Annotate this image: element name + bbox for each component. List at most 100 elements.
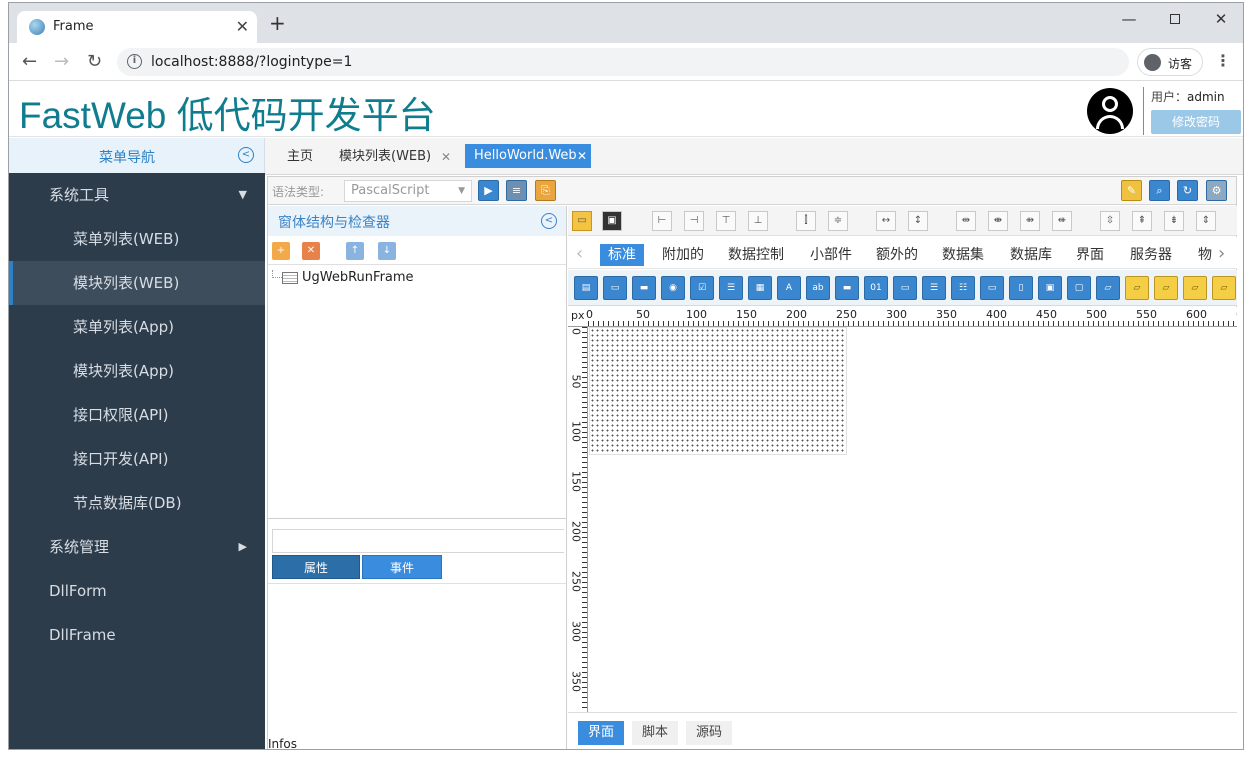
- component-icon[interactable]: ▣: [1038, 276, 1062, 300]
- palette-tab[interactable]: 额外的: [876, 244, 918, 266]
- close-tab-icon[interactable]: ✕: [577, 144, 587, 168]
- align-right-icon[interactable]: ⊣: [684, 211, 704, 231]
- component-icon[interactable]: ☑: [690, 276, 714, 300]
- component-icon[interactable]: A: [777, 276, 801, 300]
- palette-tab[interactable]: 附加的: [662, 244, 704, 266]
- tab-design[interactable]: 界面: [578, 721, 625, 745]
- tab-module-list-web[interactable]: 模块列表(WEB): [339, 146, 431, 168]
- component-icon[interactable]: ☰: [922, 276, 946, 300]
- settings-icon[interactable]: ⚙: [1206, 180, 1227, 201]
- database-icon[interactable]: ≡: [506, 180, 527, 201]
- component-icon[interactable]: ▢: [1067, 276, 1091, 300]
- move-up-icon[interactable]: ↑: [346, 242, 364, 260]
- tab-properties[interactable]: 属性: [272, 555, 360, 579]
- align-left-icon[interactable]: ⊢: [652, 211, 672, 231]
- refresh-icon[interactable]: ↻: [1177, 180, 1198, 201]
- center-horizontal-icon[interactable]: ⫿: [796, 211, 816, 231]
- component-icon[interactable]: ▭: [603, 276, 627, 300]
- close-tab-icon[interactable]: ✕: [441, 146, 451, 168]
- sidebar-item[interactable]: 接口开发(API): [9, 437, 265, 481]
- component-icon[interactable]: ▤: [574, 276, 598, 300]
- delete-node-icon[interactable]: ✕: [302, 242, 320, 260]
- profile-button[interactable]: 访客: [1137, 48, 1203, 76]
- align-top-icon[interactable]: ⊤: [716, 211, 736, 231]
- palette-tab[interactable]: 标准: [600, 244, 644, 266]
- tab-home[interactable]: 主页: [287, 146, 313, 168]
- copy-form-icon[interactable]: ⎘: [535, 180, 556, 201]
- maximize-button[interactable]: [1160, 9, 1190, 29]
- component-icon[interactable]: ab: [806, 276, 830, 300]
- info-icon[interactable]: i: [127, 54, 142, 69]
- open-folder-icon[interactable]: ▭: [572, 211, 592, 231]
- edit-form-icon[interactable]: ✎: [1121, 180, 1142, 201]
- inspector-input[interactable]: [272, 529, 564, 553]
- palette-tab[interactable]: 数据控制: [728, 244, 784, 266]
- tab-events[interactable]: 事件: [362, 555, 442, 579]
- remove-v-space-icon[interactable]: ⇕: [1196, 211, 1216, 231]
- more-vert-icon[interactable]: ⋮: [1215, 51, 1231, 70]
- sidebar-item[interactable]: 系统管理 ▶: [9, 525, 265, 569]
- component-icon[interactable]: ▭: [980, 276, 1004, 300]
- increase-v-space-icon[interactable]: ⇞: [1132, 211, 1152, 231]
- decrease-v-space-icon[interactable]: ⇟: [1164, 211, 1184, 231]
- close-window-button[interactable]: ✕: [1206, 9, 1236, 29]
- reload-icon[interactable]: ↻: [87, 51, 102, 72]
- component-icon[interactable]: ▱: [1125, 276, 1149, 300]
- run-icon[interactable]: ▶: [478, 180, 499, 201]
- sidebar-item[interactable]: DllFrame: [9, 613, 265, 657]
- sidebar-item[interactable]: 节点数据库(DB): [9, 481, 265, 525]
- minimize-button[interactable]: —: [1114, 9, 1144, 29]
- palette-tab[interactable]: 界面: [1076, 244, 1104, 266]
- component-icon[interactable]: ☰: [719, 276, 743, 300]
- sidebar-item[interactable]: 菜单列表(WEB): [9, 217, 265, 261]
- same-height-icon[interactable]: ↕: [908, 211, 928, 231]
- design-canvas[interactable]: [589, 327, 1237, 712]
- component-icon[interactable]: ▱: [1212, 276, 1236, 300]
- component-icon[interactable]: ◉: [661, 276, 685, 300]
- change-password-button[interactable]: 修改密码: [1151, 110, 1241, 134]
- sidebar-item[interactable]: 模块列表(App): [9, 349, 265, 393]
- component-icon[interactable]: ▱: [1154, 276, 1178, 300]
- component-icon[interactable]: 01: [864, 276, 888, 300]
- sidebar-item[interactable]: 菜单列表(App): [9, 305, 265, 349]
- chevron-right-icon[interactable]: ›: [1218, 243, 1225, 264]
- palette-tab[interactable]: 服务器: [1130, 244, 1172, 266]
- space-vertical-icon[interactable]: ⇳: [1100, 211, 1120, 231]
- search-icon[interactable]: ⌕: [1149, 180, 1170, 201]
- palette-tab[interactable]: 数据库: [1010, 244, 1052, 266]
- design-frame-grid[interactable]: [589, 327, 847, 455]
- sidebar-item[interactable]: DllForm: [9, 569, 265, 613]
- same-width-icon[interactable]: ↔: [876, 211, 896, 231]
- user-avatar-icon[interactable]: [1087, 88, 1133, 134]
- syntax-type-select[interactable]: PascalScript ▼: [344, 180, 472, 202]
- chevron-left-icon[interactable]: ‹: [576, 243, 583, 264]
- sidebar-item[interactable]: 模块列表(WEB): [9, 261, 265, 305]
- align-bottom-icon[interactable]: ⊥: [748, 211, 768, 231]
- remove-h-space-icon[interactable]: ⇺: [1052, 211, 1072, 231]
- component-icon[interactable]: ▯: [1009, 276, 1033, 300]
- move-down-icon[interactable]: ↓: [378, 242, 396, 260]
- decrease-h-space-icon[interactable]: ⇻: [1020, 211, 1040, 231]
- component-icon[interactable]: ▬: [835, 276, 859, 300]
- tab-helloworld-web[interactable]: HelloWorld.Web ✕: [465, 144, 591, 168]
- palette-tab[interactable]: 数据集: [942, 244, 984, 266]
- close-tab-icon[interactable]: ✕: [236, 17, 249, 36]
- browser-tab[interactable]: Frame ✕: [17, 11, 257, 43]
- space-horizontal-icon[interactable]: ⇹: [956, 211, 976, 231]
- collapse-sidebar-icon[interactable]: <: [238, 147, 254, 163]
- collapse-panel-icon[interactable]: <: [541, 213, 557, 229]
- palette-tab[interactable]: 小部件: [810, 244, 852, 266]
- increase-h-space-icon[interactable]: ⇼: [988, 211, 1008, 231]
- save-icon[interactable]: ▣: [602, 211, 622, 231]
- center-vertical-icon[interactable]: ≑: [828, 211, 848, 231]
- tab-source[interactable]: 源码: [686, 721, 733, 745]
- new-tab-button[interactable]: +: [269, 13, 286, 33]
- url-input[interactable]: i localhost:8888/?logintype=1: [117, 48, 1129, 76]
- sidebar-item[interactable]: 系统工具 ▼: [9, 173, 265, 217]
- back-arrow-icon[interactable]: ←: [22, 51, 37, 72]
- forward-arrow-icon[interactable]: →: [54, 51, 69, 72]
- component-icon[interactable]: ▭: [893, 276, 917, 300]
- tree-node-root[interactable]: UgWebRunFrame: [282, 270, 414, 285]
- component-icon[interactable]: ▱: [1183, 276, 1207, 300]
- component-icon[interactable]: ▦: [748, 276, 772, 300]
